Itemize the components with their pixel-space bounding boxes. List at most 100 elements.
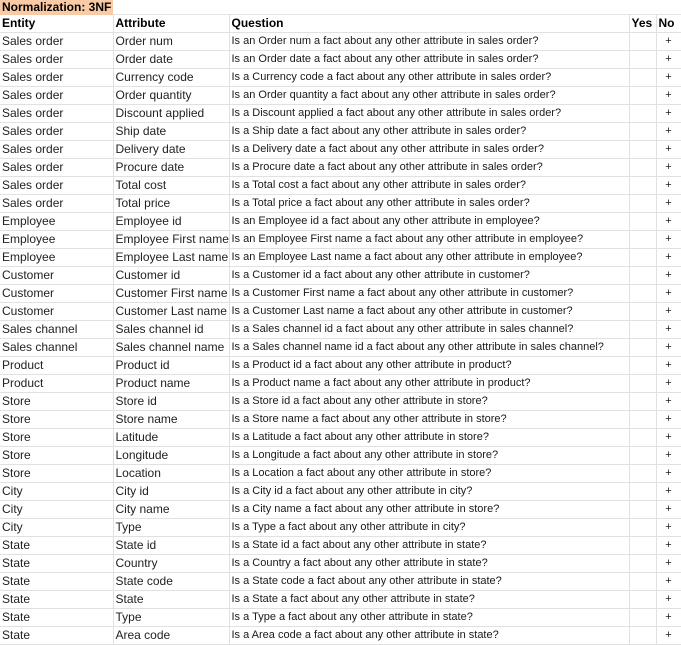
yes-cell[interactable] <box>629 536 657 555</box>
no-cell[interactable]: + <box>656 374 681 393</box>
yes-cell[interactable] <box>629 248 657 267</box>
no-cell[interactable]: + <box>656 248 681 267</box>
no-cell[interactable]: + <box>656 428 681 447</box>
no-cell[interactable]: + <box>656 608 681 627</box>
yes-cell[interactable] <box>629 428 657 447</box>
entity-cell[interactable]: Sales order <box>0 68 114 87</box>
attribute-cell[interactable]: Location <box>113 464 230 483</box>
header-question[interactable]: Question <box>229 15 630 33</box>
yes-cell[interactable] <box>629 86 657 105</box>
attribute-cell[interactable]: Ship date <box>113 122 230 141</box>
question-cell[interactable]: Is a Sales channel id a fact about any o… <box>229 320 630 339</box>
no-cell[interactable]: + <box>656 50 681 69</box>
entity-cell[interactable]: Employee <box>0 212 114 231</box>
no-cell[interactable]: + <box>656 482 681 501</box>
question-cell[interactable]: Is a Ship date a fact about any other at… <box>229 122 630 141</box>
question-cell[interactable]: Is a Total cost a fact about any other a… <box>229 176 630 195</box>
attribute-cell[interactable]: Store name <box>113 410 230 429</box>
entity-cell[interactable]: Sales channel <box>0 338 114 357</box>
yes-cell[interactable] <box>629 302 657 321</box>
question-cell[interactable]: Is a Area code a fact about any other at… <box>229 626 630 645</box>
entity-cell[interactable]: Customer <box>0 284 114 303</box>
question-cell[interactable]: Is a Longitude a fact about any other at… <box>229 446 630 465</box>
attribute-cell[interactable]: City name <box>113 500 230 519</box>
question-cell[interactable]: Is an Employee id a fact about any other… <box>229 212 630 231</box>
attribute-cell[interactable]: Procure date <box>113 158 230 177</box>
entity-cell[interactable]: Store <box>0 410 114 429</box>
attribute-cell[interactable]: Area code <box>113 626 230 645</box>
entity-cell[interactable]: State <box>0 608 114 627</box>
yes-cell[interactable] <box>629 50 657 69</box>
yes-cell[interactable] <box>629 608 657 627</box>
attribute-cell[interactable]: Longitude <box>113 446 230 465</box>
entity-cell[interactable]: Sales order <box>0 194 114 213</box>
entity-cell[interactable]: Sales order <box>0 50 114 69</box>
yes-cell[interactable] <box>629 374 657 393</box>
attribute-cell[interactable]: City id <box>113 482 230 501</box>
entity-cell[interactable]: Customer <box>0 302 114 321</box>
attribute-cell[interactable]: Employee Last name <box>113 248 230 267</box>
entity-cell[interactable]: State <box>0 590 114 609</box>
no-cell[interactable]: + <box>656 410 681 429</box>
yes-cell[interactable] <box>629 410 657 429</box>
entity-cell[interactable]: Sales order <box>0 158 114 177</box>
entity-cell[interactable]: State <box>0 536 114 555</box>
entity-cell[interactable]: Employee <box>0 230 114 249</box>
yes-cell[interactable] <box>629 464 657 483</box>
yes-cell[interactable] <box>629 140 657 159</box>
no-cell[interactable]: + <box>656 266 681 285</box>
yes-cell[interactable] <box>629 500 657 519</box>
yes-cell[interactable] <box>629 122 657 141</box>
entity-cell[interactable]: Customer <box>0 266 114 285</box>
no-cell[interactable]: + <box>656 302 681 321</box>
entity-cell[interactable]: Sales order <box>0 122 114 141</box>
attribute-cell[interactable]: Customer First name <box>113 284 230 303</box>
no-cell[interactable]: + <box>656 284 681 303</box>
question-cell[interactable]: Is a State a fact about any other attrib… <box>229 590 630 609</box>
question-cell[interactable]: Is a Location a fact about any other att… <box>229 464 630 483</box>
entity-cell[interactable]: Sales order <box>0 86 114 105</box>
entity-cell[interactable]: Store <box>0 446 114 465</box>
question-cell[interactable]: Is an Order quantity a fact about any ot… <box>229 86 630 105</box>
attribute-cell[interactable]: Total cost <box>113 176 230 195</box>
yes-cell[interactable] <box>629 320 657 339</box>
attribute-cell[interactable]: Total price <box>113 194 230 213</box>
no-cell[interactable]: + <box>656 554 681 573</box>
entity-cell[interactable]: Sales channel <box>0 320 114 339</box>
yes-cell[interactable] <box>629 446 657 465</box>
attribute-cell[interactable]: Sales channel name <box>113 338 230 357</box>
attribute-cell[interactable]: State code <box>113 572 230 591</box>
attribute-cell[interactable]: Type <box>113 608 230 627</box>
header-yes[interactable]: Yes <box>629 15 657 33</box>
question-cell[interactable]: Is a Store id a fact about any other att… <box>229 392 630 411</box>
yes-cell[interactable] <box>629 572 657 591</box>
no-cell[interactable]: + <box>656 392 681 411</box>
attribute-cell[interactable]: State <box>113 590 230 609</box>
attribute-cell[interactable]: Discount applied <box>113 104 230 123</box>
question-cell[interactable]: Is a City id a fact about any other attr… <box>229 482 630 501</box>
entity-cell[interactable]: Employee <box>0 248 114 267</box>
yes-cell[interactable] <box>629 212 657 231</box>
attribute-cell[interactable]: Customer id <box>113 266 230 285</box>
yes-cell[interactable] <box>629 356 657 375</box>
question-cell[interactable]: Is a Product name a fact about any other… <box>229 374 630 393</box>
yes-cell[interactable] <box>629 284 657 303</box>
header-no[interactable]: No <box>656 15 681 33</box>
question-cell[interactable]: Is a Latitude a fact about any other att… <box>229 428 630 447</box>
no-cell[interactable]: + <box>656 104 681 123</box>
yes-cell[interactable] <box>629 230 657 249</box>
no-cell[interactable]: + <box>656 68 681 87</box>
entity-cell[interactable]: Store <box>0 428 114 447</box>
yes-cell[interactable] <box>629 158 657 177</box>
attribute-cell[interactable]: Employee First name <box>113 230 230 249</box>
attribute-cell[interactable]: Delivery date <box>113 140 230 159</box>
no-cell[interactable]: + <box>656 86 681 105</box>
no-cell[interactable]: + <box>656 536 681 555</box>
yes-cell[interactable] <box>629 626 657 645</box>
attribute-cell[interactable]: Sales channel id <box>113 320 230 339</box>
question-cell[interactable]: Is a State id a fact about any other att… <box>229 536 630 555</box>
attribute-cell[interactable]: Product id <box>113 356 230 375</box>
no-cell[interactable]: + <box>656 158 681 177</box>
no-cell[interactable]: + <box>656 230 681 249</box>
entity-cell[interactable]: Sales order <box>0 32 114 51</box>
